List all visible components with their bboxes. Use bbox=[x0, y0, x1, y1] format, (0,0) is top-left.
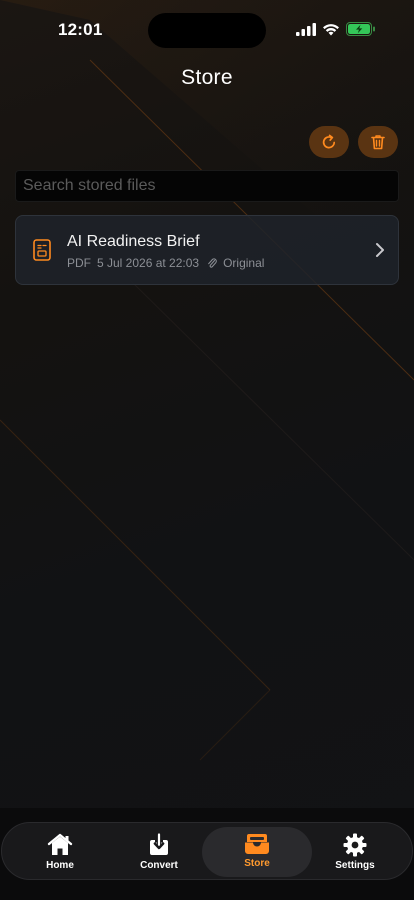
tab-label: Settings bbox=[335, 860, 375, 871]
dynamic-island bbox=[148, 13, 266, 48]
chevron-right-icon bbox=[376, 243, 384, 257]
status-time: 12:01 bbox=[58, 20, 103, 39]
tab-bar: Home Convert Store Settings bbox=[1, 822, 413, 880]
page-title: Store bbox=[181, 66, 233, 89]
tab-convert[interactable]: Convert bbox=[104, 827, 214, 877]
tab-home[interactable]: Home bbox=[5, 827, 115, 877]
status-bar: 12:01 bbox=[0, 0, 414, 60]
signal-icon bbox=[296, 22, 316, 36]
pdf-file-icon bbox=[33, 239, 51, 261]
refresh-icon bbox=[322, 134, 336, 149]
search-input[interactable] bbox=[23, 177, 398, 195]
home-icon bbox=[47, 833, 73, 855]
paperclip-icon bbox=[208, 258, 217, 268]
file-variant: Original bbox=[223, 256, 265, 270]
battery-icon bbox=[346, 22, 375, 36]
wifi-icon bbox=[323, 23, 339, 35]
gear-icon bbox=[343, 833, 367, 857]
tray-icon bbox=[245, 834, 269, 854]
download-icon bbox=[150, 833, 168, 855]
file-name: AI Readiness Brief bbox=[67, 233, 200, 250]
tab-label: Store bbox=[244, 858, 270, 869]
background bbox=[0, 0, 414, 900]
file-meta: PDF 5 Jul 2026 at 22:03 Original bbox=[67, 256, 264, 270]
tab-label: Home bbox=[46, 860, 74, 871]
refresh-button[interactable] bbox=[309, 126, 349, 158]
file-row[interactable]: AI Readiness Brief PDF 5 Jul 2026 at 22:… bbox=[15, 215, 399, 285]
file-date: 5 Jul 2026 at 22:03 bbox=[97, 256, 200, 270]
tab-settings[interactable]: Settings bbox=[300, 827, 410, 877]
tab-label: Convert bbox=[140, 860, 178, 871]
search-field[interactable] bbox=[15, 170, 399, 202]
file-type: PDF bbox=[67, 256, 91, 270]
trash-icon bbox=[371, 135, 385, 150]
tab-store[interactable]: Store bbox=[202, 827, 312, 877]
status-icons bbox=[296, 22, 376, 36]
delete-all-button[interactable] bbox=[358, 126, 398, 158]
